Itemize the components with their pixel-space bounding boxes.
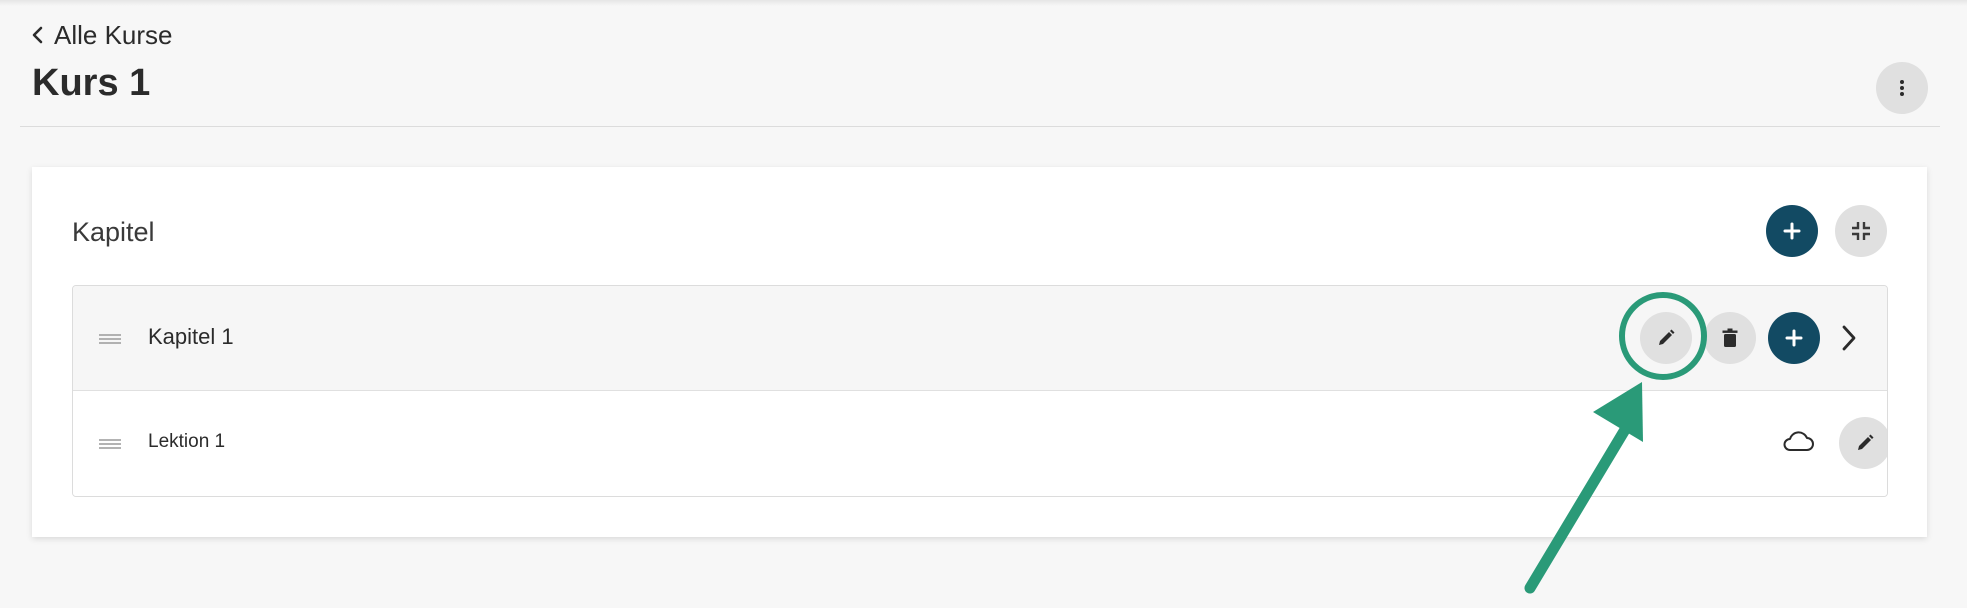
page-header: Alle Kurse Kurs 1 — [0, 0, 1967, 128]
drag-handle-icon[interactable] — [99, 334, 121, 344]
trash-icon — [1722, 328, 1738, 347]
back-link-label: Alle Kurse — [54, 19, 173, 50]
pencil-icon — [1659, 329, 1675, 345]
lesson-title: Lektion 1 — [148, 431, 226, 452]
section-title: Kapitel — [72, 217, 155, 247]
page-title: Kurs 1 — [32, 62, 151, 104]
back-link[interactable]: Alle Kurse — [30, 16, 173, 54]
more-options-button[interactable] — [1876, 62, 1928, 114]
collapse-icon — [1852, 222, 1870, 240]
chapter-title: Kapitel 1 — [148, 324, 234, 349]
plus-icon — [1783, 222, 1801, 240]
lesson-row[interactable]: Lektion 1 — [73, 391, 1887, 496]
pencil-icon — [1858, 434, 1874, 450]
delete-chapter-button[interactable] — [1704, 312, 1756, 364]
edit-chapter-button[interactable] — [1640, 312, 1692, 364]
chapters-card: Kapitel Kapitel 1 Lektion 1 — [32, 167, 1927, 537]
drag-handle-icon[interactable] — [99, 439, 121, 449]
collapse-all-button[interactable] — [1835, 205, 1887, 257]
more-vertical-icon — [1900, 80, 1904, 96]
chapter-row[interactable]: Kapitel 1 — [73, 286, 1887, 391]
chevron-right-icon[interactable] — [1841, 324, 1857, 352]
chapter-list: Kapitel 1 Lektion 1 — [72, 285, 1888, 497]
header-divider — [20, 126, 1940, 127]
add-lesson-button[interactable] — [1768, 312, 1820, 364]
chevron-left-icon — [32, 26, 43, 44]
plus-icon — [1785, 329, 1803, 347]
add-chapter-button[interactable] — [1766, 205, 1818, 257]
cloud-icon — [1783, 431, 1814, 451]
edit-lesson-button[interactable] — [1839, 417, 1887, 469]
